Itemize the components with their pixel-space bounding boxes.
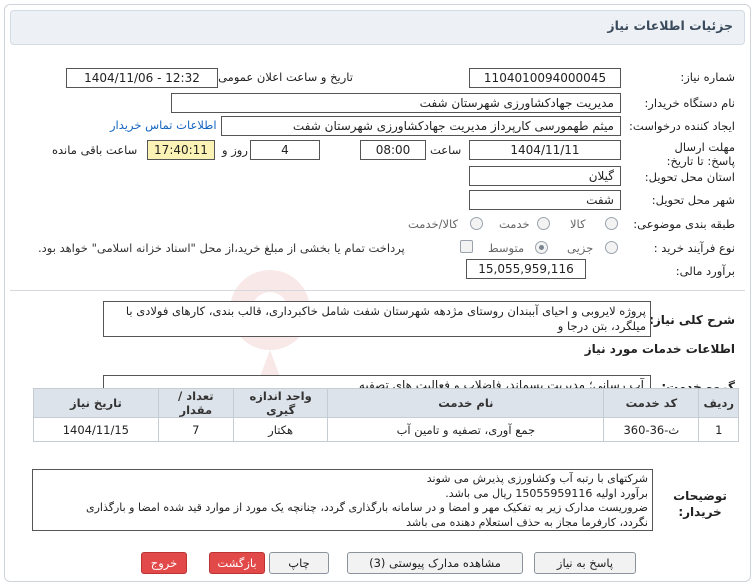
print-button[interactable]: چاپ bbox=[269, 552, 329, 574]
summary-label: شرح کلی نیاز: bbox=[649, 313, 735, 327]
buyer-notes-line: نگردد، کارفرما مجاز به حذف استعلام دهنده… bbox=[406, 515, 648, 529]
province-label: استان محل تحویل: bbox=[644, 170, 735, 184]
cell-quantity: 7 bbox=[157, 417, 234, 442]
buyer-notes-label: توضیحات خریدار: bbox=[673, 489, 727, 519]
category-both-label: کالا/خدمت bbox=[408, 217, 459, 231]
requester-label: ایجاد کننده درخواست: bbox=[629, 119, 735, 133]
back-button[interactable]: بازگشت bbox=[209, 552, 265, 574]
province-field: گیلان bbox=[469, 166, 621, 186]
remaining-time-field: 17:40:11 bbox=[147, 140, 215, 160]
buyer-notes-line: شرکتهای با رتبه آب وکشاورزی پذیرش می شون… bbox=[426, 472, 648, 485]
col-service-name: نام خدمت bbox=[327, 388, 605, 418]
category-both-radio[interactable] bbox=[470, 217, 483, 230]
category-label: طبقه بندی موضوعی: bbox=[633, 217, 735, 231]
days-label: روز و bbox=[222, 143, 248, 157]
remaining-time-label: ساعت باقی مانده bbox=[52, 143, 138, 157]
category-goods-label: کالا bbox=[570, 217, 586, 231]
cell-row: 1 bbox=[698, 417, 739, 442]
services-table: ردیف کد خدمت نام خدمت واحد اندازه گیری ت… bbox=[33, 388, 739, 442]
reply-button[interactable]: پاسخ به نیاز bbox=[534, 552, 636, 574]
estimate-label: برآورد مالی: bbox=[675, 264, 735, 278]
process-minor-label: جزیی bbox=[567, 241, 594, 255]
table-row: 1 ث-36-360 جمع آوری، تصفیه و تامین آب هک… bbox=[33, 417, 739, 442]
summary-text: پروژه لایروبی و احیای آببندان روستای مژد… bbox=[103, 301, 651, 337]
buyer-notes-line: ضروریست مدارک زیر به تفکیک مهر و امضا و … bbox=[85, 501, 648, 514]
announce-label: تاریخ و ساعت اعلان عمومی: bbox=[214, 70, 353, 84]
exit-button[interactable]: خروج bbox=[141, 552, 187, 574]
city-field: شفت bbox=[469, 190, 621, 210]
buyer-contact-link[interactable]: اطلاعات تماس خریدار bbox=[110, 118, 217, 132]
cell-need-date: 1404/11/15 bbox=[33, 417, 159, 442]
deadline-label: مهلت ارسال پاسخ: تا تاریخ: bbox=[666, 140, 735, 168]
treasury-note: پرداخت تمام یا بخشی از مبلغ خرید،از محل … bbox=[38, 241, 405, 255]
category-goods-radio[interactable] bbox=[605, 217, 618, 230]
deadline-time-label: ساعت bbox=[430, 143, 462, 157]
col-unit: واحد اندازه گیری bbox=[232, 388, 329, 418]
cell-service-name: جمع آوری، تصفیه و تامین آب bbox=[327, 417, 605, 442]
buyer-org-label: نام دستگاه خریدار: bbox=[644, 96, 735, 110]
deadline-date-field: 1404/11/11 bbox=[469, 140, 621, 160]
need-number-label: شماره نیاز: bbox=[680, 70, 735, 84]
cell-service-code: ث-36-360 bbox=[603, 417, 700, 442]
need-number-field: 1104010094000045 bbox=[469, 68, 621, 88]
buyer-org-field: مدیریت جهادکشاورزی شهرستان شفت bbox=[171, 93, 621, 113]
days-remaining-field: 4 bbox=[250, 140, 320, 160]
process-medium-radio[interactable] bbox=[535, 241, 548, 254]
page-title: جزئیات اطلاعات نیاز bbox=[607, 18, 733, 33]
requester-field: میثم طهمورسی کارپرداز مدیریت جهادکشاورزی… bbox=[221, 116, 621, 136]
col-service-code: کد خدمت bbox=[603, 388, 700, 418]
deadline-time-field: 08:00 bbox=[360, 140, 426, 160]
category-service-label: خدمت bbox=[499, 217, 530, 231]
cell-unit: هکتار bbox=[232, 417, 329, 442]
buyer-notes-text: شرکتهای با رتبه آب وکشاورزی پذیرش می شون… bbox=[32, 469, 653, 531]
treasury-checkbox[interactable] bbox=[460, 240, 473, 253]
col-row: ردیف bbox=[698, 388, 739, 418]
attachments-button[interactable]: مشاهده مدارک پیوستی (3) bbox=[347, 552, 523, 574]
process-label: نوع فرآیند خرید : bbox=[653, 241, 735, 255]
col-need-date: تاریخ نیاز bbox=[33, 388, 159, 418]
category-service-radio[interactable] bbox=[537, 217, 550, 230]
process-medium-label: متوسط bbox=[488, 241, 525, 255]
buyer-notes-line: برآورد اولیه 15055959116 ریال می باشد. bbox=[445, 486, 648, 500]
announce-field: 1404/11/06 - 12:32 bbox=[66, 68, 218, 88]
divider bbox=[10, 290, 745, 291]
estimate-field: 15,055,959,116 bbox=[466, 259, 586, 279]
city-label: شهر محل تحویل: bbox=[651, 193, 735, 207]
process-minor-radio[interactable] bbox=[605, 241, 618, 254]
services-section-title: اطلاعات خدمات مورد نیاز bbox=[584, 342, 735, 356]
col-quantity: تعداد / مقدار bbox=[157, 388, 234, 418]
